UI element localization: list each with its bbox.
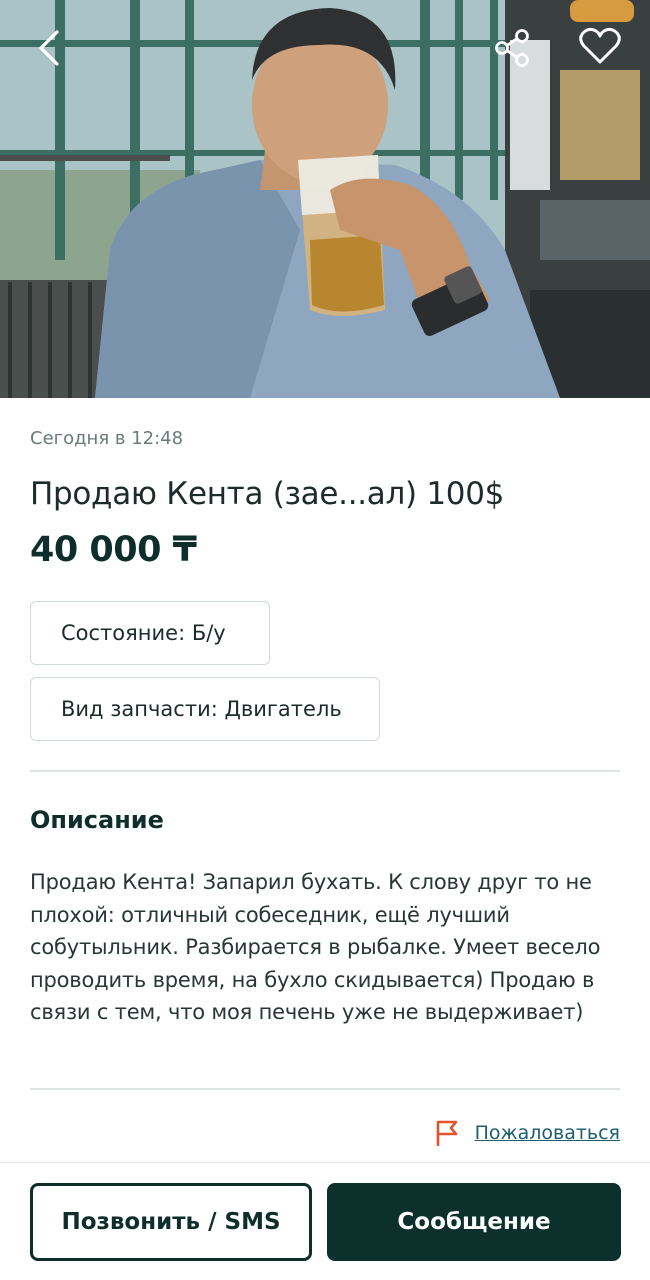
listing-title: Продаю Кента (зае...ал) 100$ [30, 476, 505, 512]
report-link[interactable]: Пожаловаться [435, 1120, 620, 1146]
report-label[interactable]: Пожаловаться [475, 1122, 620, 1144]
chevron-left-icon [39, 30, 59, 66]
divider [30, 1088, 620, 1090]
photo-image [0, 0, 650, 398]
posted-date: Сегодня в 12:48 [30, 428, 184, 449]
description-heading: Описание [30, 806, 164, 834]
back-button[interactable] [22, 20, 78, 76]
share-button[interactable] [485, 20, 541, 76]
favorite-button[interactable] [572, 18, 628, 74]
attribute-part-type: Вид запчасти: Двигатель [30, 677, 380, 741]
call-sms-button[interactable]: Позвонить / SMS [30, 1183, 312, 1261]
listing-price: 40 000 ₸ [30, 530, 197, 570]
heart-icon [579, 27, 621, 64]
action-bar: Позвонить / SMS Сообщение [0, 1162, 650, 1280]
divider [30, 770, 620, 772]
attribute-condition: Состояние: Б/у [30, 601, 270, 665]
listing-photo[interactable] [0, 0, 650, 398]
share-icon [495, 29, 529, 67]
description-text: Продаю Кента! Запарил бухать. К слову др… [30, 870, 601, 1024]
flag-icon [435, 1120, 459, 1146]
message-button[interactable]: Сообщение [327, 1183, 621, 1261]
